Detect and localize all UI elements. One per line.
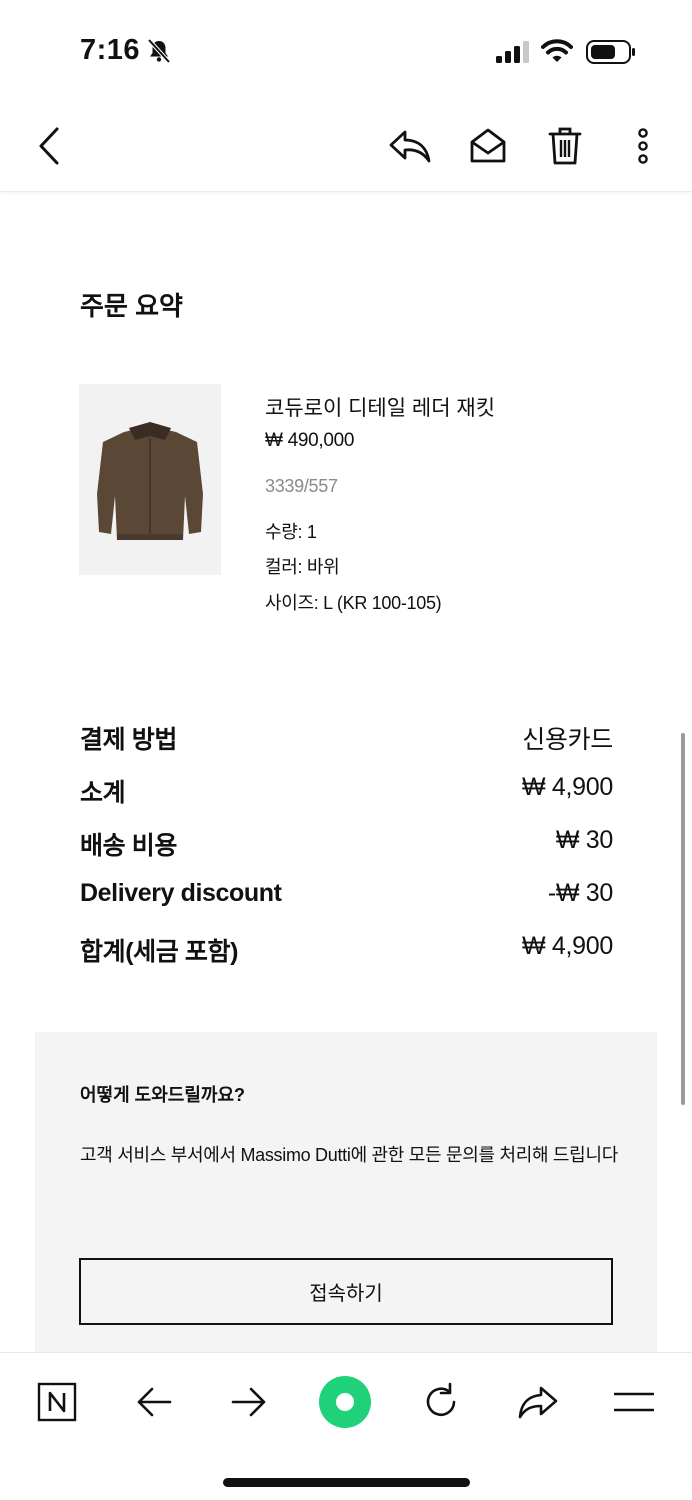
naver-home-button[interactable] bbox=[30, 1375, 84, 1429]
wifi-icon bbox=[541, 39, 573, 62]
bell-muted-icon bbox=[147, 38, 171, 64]
green-circle-icon bbox=[319, 1376, 371, 1428]
status-time: 7:16 bbox=[80, 34, 141, 66]
back-button[interactable] bbox=[24, 122, 72, 170]
help-text: 고객 서비스 부서에서 Massimo Dutti에 관한 모든 문의를 처리해… bbox=[80, 1145, 618, 1165]
home-indicator bbox=[223, 1478, 470, 1487]
reply-button[interactable] bbox=[386, 122, 434, 170]
green-dot-button[interactable] bbox=[318, 1375, 372, 1429]
scrollbar-thumb[interactable] bbox=[681, 733, 685, 1105]
order-summary-title: 주문 요약 bbox=[80, 291, 183, 321]
summary-value: -₩ 30 bbox=[547, 879, 613, 907]
product-price: ₩ 490,000 bbox=[265, 430, 355, 451]
cellular-signal-icon bbox=[496, 41, 529, 63]
product-color: 컬러: 바위 bbox=[265, 557, 340, 577]
summary-row-shipping: 배송 비용 ₩ 30 bbox=[80, 826, 613, 866]
summary-row-total: 합계(세금 포함) ₩ 4,900 bbox=[80, 932, 613, 972]
summary-label: 합계(세금 포함) bbox=[80, 938, 238, 966]
help-title: 어떻게 도와드릴까요? bbox=[80, 1085, 246, 1105]
battery-icon bbox=[586, 40, 635, 64]
summary-row-payment-method: 결제 방법 신용카드 bbox=[80, 720, 613, 760]
back-icon bbox=[39, 127, 59, 165]
product-quantity: 수량: 1 bbox=[265, 522, 317, 542]
refresh-button[interactable] bbox=[414, 1375, 468, 1429]
reply-icon bbox=[389, 130, 431, 163]
jacket-image bbox=[97, 422, 203, 540]
summary-label: 결제 방법 bbox=[80, 726, 177, 754]
mail-toolbar bbox=[0, 100, 692, 192]
delete-button[interactable] bbox=[541, 122, 589, 170]
status-bar: 7:16 bbox=[0, 0, 692, 100]
summary-label: Delivery discount bbox=[80, 879, 282, 907]
naver-n-icon bbox=[37, 1382, 77, 1422]
connect-button[interactable]: 접속하기 bbox=[79, 1258, 613, 1325]
browser-forward-button[interactable] bbox=[222, 1375, 276, 1429]
menu-button[interactable] bbox=[607, 1375, 661, 1429]
product-size: 사이즈: L (KR 100-105) bbox=[265, 593, 442, 613]
share-icon bbox=[518, 1386, 558, 1419]
menu-icon bbox=[614, 1392, 654, 1412]
summary-label: 배송 비용 bbox=[80, 832, 177, 860]
summary-value: 신용카드 bbox=[522, 726, 613, 754]
arrow-right-icon bbox=[231, 1387, 266, 1417]
summary-label: 소계 bbox=[80, 779, 126, 807]
more-button[interactable] bbox=[619, 122, 667, 170]
browser-bottom-bar bbox=[0, 1352, 692, 1500]
summary-value: ₩ 4,900 bbox=[521, 932, 613, 960]
mark-read-button[interactable] bbox=[464, 122, 512, 170]
summary-value: ₩ 30 bbox=[555, 826, 613, 854]
product-image[interactable] bbox=[79, 384, 221, 575]
product-name: 코듀로이 디테일 레더 재킷 bbox=[265, 397, 496, 420]
summary-row-subtotal: 소계 ₩ 4,900 bbox=[80, 773, 613, 813]
arrow-left-icon bbox=[137, 1387, 172, 1417]
product-reference: 3339/557 bbox=[265, 476, 338, 496]
summary-value: ₩ 4,900 bbox=[521, 773, 613, 801]
envelope-open-icon bbox=[470, 128, 506, 163]
share-button[interactable] bbox=[511, 1375, 565, 1429]
more-vertical-icon bbox=[638, 128, 648, 164]
help-panel: 어떻게 도와드릴까요? 고객 서비스 부서에서 Massimo Dutti에 관… bbox=[35, 1032, 657, 1352]
browser-back-button[interactable] bbox=[127, 1375, 181, 1429]
trash-icon bbox=[548, 127, 582, 165]
summary-row-delivery-discount: Delivery discount -₩ 30 bbox=[80, 879, 613, 919]
refresh-icon bbox=[426, 1382, 456, 1417]
